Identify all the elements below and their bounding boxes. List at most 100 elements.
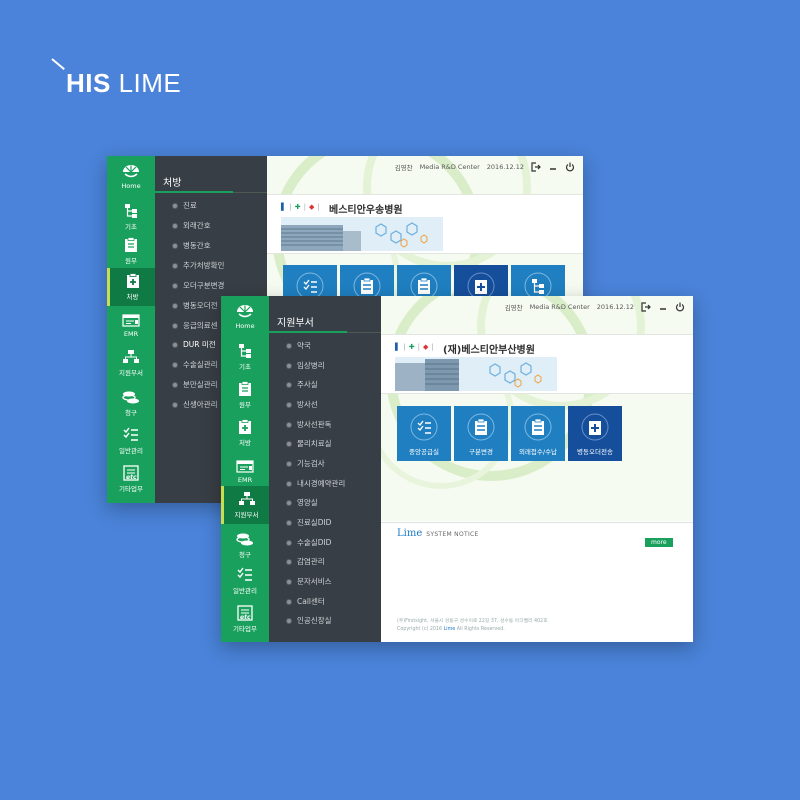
hierarchy-icon <box>235 343 255 359</box>
prescription-icon <box>123 273 143 289</box>
menu-item[interactable]: 임상병리 <box>287 360 325 371</box>
org-chart-icon <box>237 491 257 507</box>
emr-card-icon <box>121 312 141 328</box>
submenu-divider <box>269 331 381 333</box>
lime-home-icon <box>235 304 255 320</box>
sidebar-item-home[interactable]: Home <box>107 158 155 196</box>
menu-item[interactable]: Call센터 <box>287 596 325 607</box>
logout-icon[interactable] <box>531 162 541 172</box>
sidebar-item-general[interactable]: 일반관리 <box>221 562 269 600</box>
submenu-title: 지원부서 <box>277 318 314 329</box>
menu-item[interactable]: 진료실DID <box>287 517 331 528</box>
hospital-building-image <box>395 357 557 391</box>
svg-text:etc: etc <box>240 614 251 621</box>
sidebar-item-admin[interactable]: 원무 <box>107 232 155 270</box>
menu-item[interactable]: 약국 <box>287 340 311 351</box>
hospital-building-image <box>281 217 443 251</box>
menu-item[interactable]: 병동간호 <box>173 240 211 251</box>
tile-outpatient-reception[interactable]: 외래접수/수납 <box>511 406 565 461</box>
menu-item[interactable]: 방사선판독 <box>287 419 332 430</box>
menu-item[interactable]: 신생아관리 <box>173 399 218 410</box>
tile-ward-order-transfer[interactable]: 병동오더전송 <box>568 406 622 461</box>
quick-tiles: 중앙공급실 구분변경 외래접수/수납 병동오더전송 <box>397 406 622 461</box>
current-date: 2016.12.12 <box>596 303 634 311</box>
sidebar-item-emr[interactable]: EMR <box>107 306 155 344</box>
sidebar-item-prescription[interactable]: 처방 <box>107 268 160 306</box>
menu-item[interactable]: 인공신장실 <box>287 615 332 626</box>
menu-item[interactable]: 수술실DID <box>287 537 331 548</box>
prescription-icon <box>235 419 255 435</box>
checklist-icon <box>410 413 438 441</box>
menu-item[interactable]: 병동오더전 <box>173 300 218 311</box>
department: Media R&D Center <box>419 163 480 171</box>
clipboard-icon <box>524 413 552 441</box>
menu-item[interactable]: 방사선 <box>287 399 318 410</box>
footer-brand: Lime <box>443 627 456 632</box>
sidebar-item-basic[interactable]: 기초 <box>107 198 155 236</box>
power-icon[interactable] <box>565 162 575 172</box>
menu-item[interactable]: 주사실 <box>287 379 318 390</box>
sidebar-item-admin[interactable]: 원무 <box>221 376 269 414</box>
sidebar-item-support[interactable]: 지원부서 <box>107 344 155 382</box>
menu-item[interactable]: 문자서비스 <box>287 576 332 587</box>
sidebar-label: 지원부서 <box>234 511 259 519</box>
svg-text:etc: etc <box>126 474 137 481</box>
menu-item[interactable]: 물리치료실 <box>287 438 332 449</box>
sidebar-label: Home <box>235 322 255 330</box>
tile-label: 구분변경 <box>469 448 493 456</box>
menu-item[interactable]: 내시경예약관리 <box>287 478 345 489</box>
sidebar-item-etc[interactable]: etc 기타업무 <box>221 600 269 638</box>
menu-item[interactable]: 외래간호 <box>173 220 211 231</box>
menu-item[interactable]: 감염관리 <box>287 556 325 567</box>
coins-icon <box>121 389 141 405</box>
sidebar-item-support[interactable]: 지원부서 <box>221 486 274 524</box>
sidebar-item-prescription[interactable]: 처방 <box>221 414 269 452</box>
sidebar-item-claims[interactable]: 청구 <box>221 526 269 564</box>
sidebar-item-basic[interactable]: 기초 <box>221 338 269 376</box>
menu-item[interactable]: 수술실관리 <box>173 359 218 370</box>
footer-address: (주)Firstsight, 서울시 성동구 성수이로 22길 37, 성수동 … <box>397 619 548 624</box>
etc-doc-icon: etc <box>235 605 255 621</box>
menu-item[interactable]: 기능검사 <box>287 458 325 469</box>
sidebar-label: 처방 <box>239 439 251 447</box>
prescription-icon <box>581 413 609 441</box>
hospital-band: ▌ | ✚ | ◆ | (재)베스티안부산병원 <box>381 334 693 394</box>
tile-category-change[interactable]: 구분변경 <box>454 406 508 461</box>
tile-central-supply[interactable]: 중앙공급실 <box>397 406 451 461</box>
clipboard-icon <box>467 413 495 441</box>
submenu-title: 처방 <box>163 178 182 189</box>
top-bar: 김영찬 Media R&D Center 2016.12.12 <box>395 162 575 172</box>
department: Media R&D Center <box>529 303 590 311</box>
user-name: 김영찬 <box>394 164 413 172</box>
brand-bold: HIS <box>66 68 111 98</box>
menu-item[interactable]: 추가처방확인 <box>173 260 224 271</box>
notice-title: SYSTEM NOTICE <box>426 531 479 538</box>
logout-icon[interactable] <box>641 302 651 312</box>
clipboard-icon <box>121 237 141 253</box>
minimize-icon[interactable] <box>548 162 558 172</box>
sidebar-item-etc[interactable]: etc 기타업무 <box>107 460 155 498</box>
sidebar-item-home[interactable]: Home <box>221 298 269 336</box>
menu-item-active[interactable]: DUR 미전 <box>173 339 216 350</box>
menu-item[interactable]: 진료 <box>173 200 197 211</box>
sidebar-item-emr[interactable]: EMR <box>221 452 269 490</box>
sidebar-item-claims[interactable]: 청구 <box>107 384 155 422</box>
power-icon[interactable] <box>675 302 685 312</box>
menu-item[interactable]: 영양실 <box>287 497 318 508</box>
hospital-flags: ▌ | ✚ | ◆ | <box>395 343 434 351</box>
sidebar: Home 기초 원무 처방 EMR 지원부서 청구 일반관리 etc 기타업무 <box>221 296 274 642</box>
sidebar-label: 기초 <box>125 223 137 231</box>
menu-item[interactable]: 분만실관리 <box>173 379 218 390</box>
menu-item[interactable]: 응급의료센 <box>173 320 218 331</box>
sidebar-label: 일반관리 <box>119 447 143 455</box>
sidebar-label: 지원부서 <box>119 369 143 377</box>
front-window: Home 기초 원무 처방 EMR 지원부서 청구 일반관리 etc 기타업무 … <box>221 296 693 642</box>
minimize-icon[interactable] <box>658 302 668 312</box>
menu-item[interactable]: 오더구분변경 <box>173 280 224 291</box>
sidebar-label: 원무 <box>125 257 137 265</box>
sidebar-item-general[interactable]: 일반관리 <box>107 422 155 460</box>
more-button[interactable]: more <box>645 538 673 547</box>
sidebar-label: 일반관리 <box>233 587 257 595</box>
checklist-icon <box>121 427 141 443</box>
lime-home-icon <box>121 164 141 180</box>
